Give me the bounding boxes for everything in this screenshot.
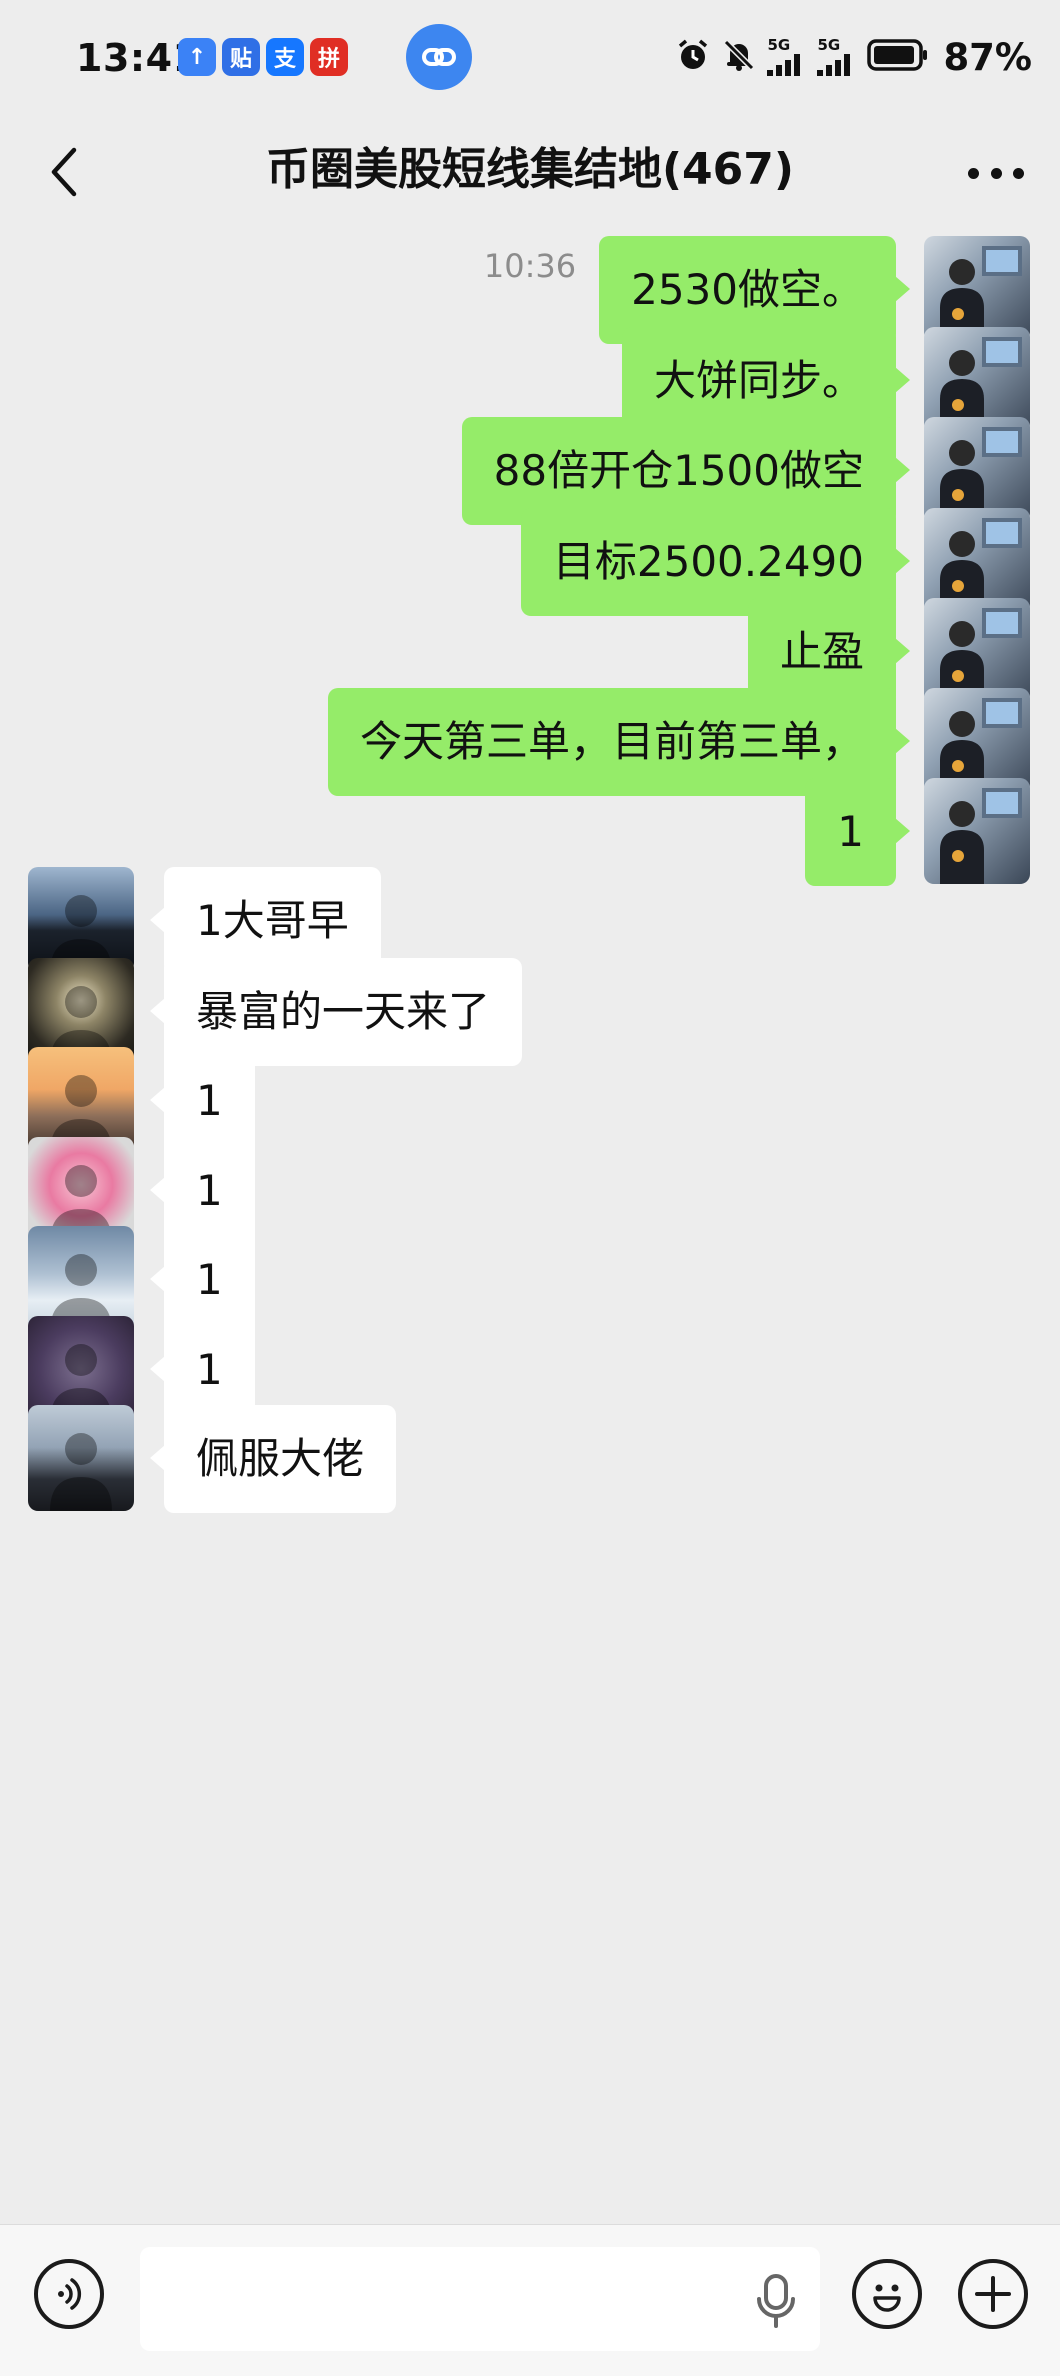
more-dot-icon (990, 167, 1002, 179)
mute-bell-icon (721, 37, 757, 77)
signal-1: 5G (767, 38, 807, 76)
alipay-app-icon: 支 (266, 38, 304, 76)
net-type-label: 5G (817, 36, 841, 54)
add-attachment-button[interactable] (958, 2259, 1028, 2329)
net-type-label: 5G (767, 36, 791, 54)
signal-bars-icon (767, 54, 801, 76)
message-input-field[interactable] (140, 2247, 820, 2351)
signal-bars-icon (817, 54, 851, 76)
tieba-app-icon: 贴 (222, 38, 260, 76)
voice-toggle-button[interactable] (34, 2259, 104, 2329)
incoming-message: 佩服大佬 (0, 1405, 1060, 1513)
battery-percent: 87% (943, 35, 1032, 79)
chat-header: 币圈美股短线集结地(467) (0, 118, 1060, 224)
more-button[interactable] (968, 148, 1024, 198)
battery-icon (867, 39, 929, 75)
upload-app-icon: ↑ (178, 38, 216, 76)
pinduoduo-app-icon: 拼 (310, 38, 348, 76)
emoji-button[interactable] (852, 2259, 922, 2329)
smiley-icon (873, 2284, 901, 2312)
more-dot-icon (968, 167, 979, 179)
alarm-icon (675, 37, 711, 77)
more-dot-icon (1013, 167, 1024, 179)
voice-wave-icon (58, 2278, 82, 2310)
plus-icon (975, 2276, 1011, 2312)
input-bar (0, 2224, 1060, 2376)
status-right: 5G 5G 87% (675, 32, 1032, 82)
avatar[interactable] (28, 1405, 134, 1511)
microphone-icon[interactable] (754, 2273, 798, 2329)
chat-message-list[interactable]: 10:36 2530做空。 大饼同步。 88倍开仓1500做空 目标2500.2490… (0, 224, 1060, 2224)
message-input[interactable] (160, 2247, 740, 2351)
chat-title: 币圈美股短线集结地(467) (265, 144, 795, 195)
signal-2: 5G (817, 38, 857, 76)
status-bar: 13:41 ↑ 贴 支 拼 5G 5G 87% (0, 0, 1060, 118)
link-icon[interactable] (406, 24, 472, 90)
message-bubble[interactable]: 佩服大佬 (149, 1405, 397, 1513)
